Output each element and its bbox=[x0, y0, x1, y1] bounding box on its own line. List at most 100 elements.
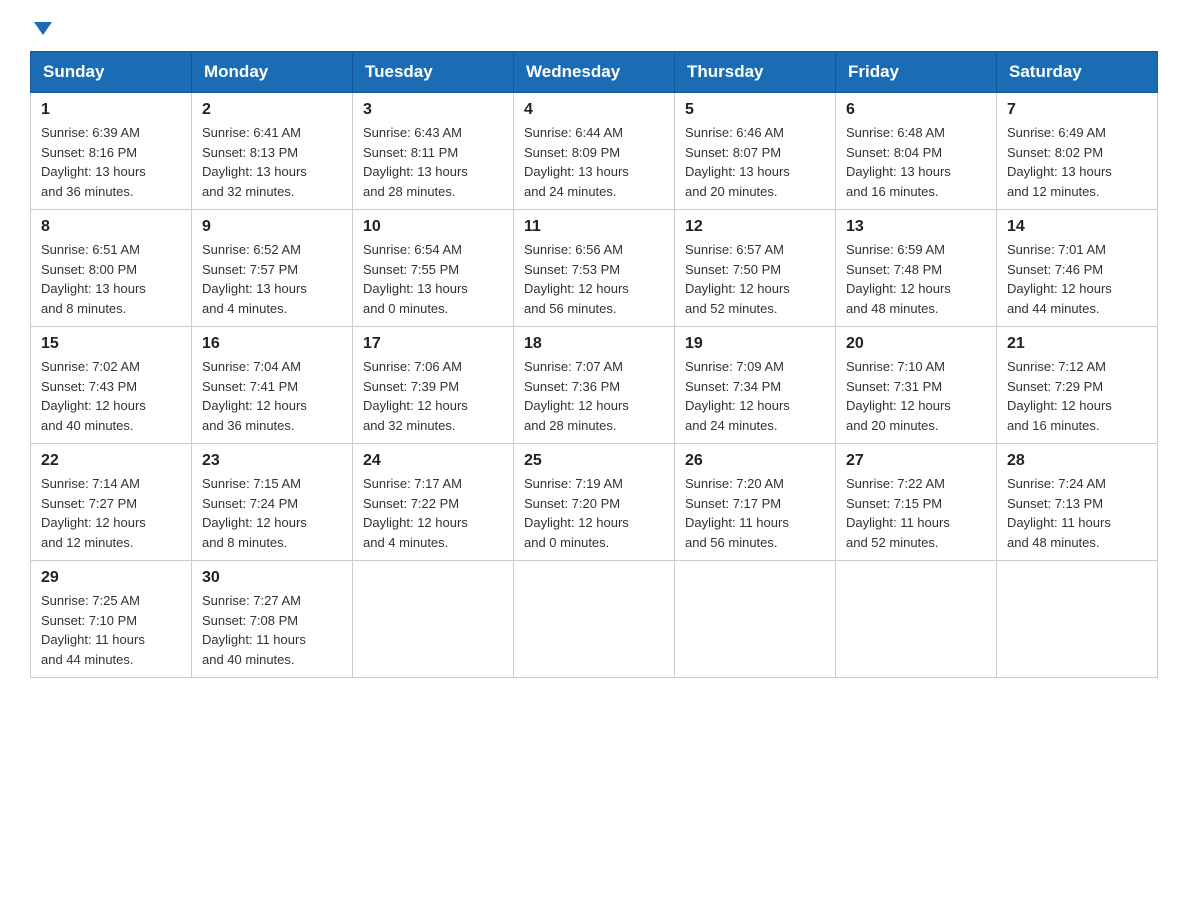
day-number: 10 bbox=[363, 218, 503, 236]
day-info: Sunrise: 7:15 AMSunset: 7:24 PMDaylight:… bbox=[202, 474, 342, 552]
calendar-cell bbox=[675, 561, 836, 678]
day-info: Sunrise: 6:48 AMSunset: 8:04 PMDaylight:… bbox=[846, 123, 986, 201]
day-header-monday: Monday bbox=[192, 52, 353, 93]
day-info: Sunrise: 6:51 AMSunset: 8:00 PMDaylight:… bbox=[41, 240, 181, 318]
day-number: 28 bbox=[1007, 452, 1147, 470]
week-row-4: 22Sunrise: 7:14 AMSunset: 7:27 PMDayligh… bbox=[31, 444, 1158, 561]
day-number: 18 bbox=[524, 335, 664, 353]
day-info: Sunrise: 6:57 AMSunset: 7:50 PMDaylight:… bbox=[685, 240, 825, 318]
calendar-cell: 29 Sunrise: 7:25 AMSunset: 7:10 PMDayligh… bbox=[31, 561, 192, 678]
calendar-cell: 15Sunrise: 7:02 AMSunset: 7:43 PMDayligh… bbox=[31, 327, 192, 444]
logo-arrow-icon bbox=[34, 22, 52, 35]
day-info: Sunrise: 6:43 AMSunset: 8:11 PMDaylight:… bbox=[363, 123, 503, 201]
day-info: Sunrise: 7:27 AMSunset: 7:08 PMDaylight:… bbox=[202, 591, 342, 669]
calendar-cell: 16 Sunrise: 7:04 AMSunset: 7:41 PMDayligh… bbox=[192, 327, 353, 444]
day-info: Sunrise: 7:12 AMSunset: 7:29 PMDaylight:… bbox=[1007, 357, 1147, 435]
day-info: Sunrise: 7:17 AMSunset: 7:22 PMDaylight:… bbox=[363, 474, 503, 552]
calendar-cell: 2Sunrise: 6:41 AMSunset: 8:13 PMDaylight… bbox=[192, 93, 353, 210]
calendar-cell: 8 Sunrise: 6:51 AMSunset: 8:00 PMDaylight… bbox=[31, 210, 192, 327]
day-number: 20 bbox=[846, 335, 986, 353]
day-header-wednesday: Wednesday bbox=[514, 52, 675, 93]
calendar-cell bbox=[836, 561, 997, 678]
calendar-body: 1 Sunrise: 6:39 AMSunset: 8:16 PMDaylight… bbox=[31, 93, 1158, 678]
calendar-cell: 28 Sunrise: 7:24 AMSunset: 7:13 PMDayligh… bbox=[997, 444, 1158, 561]
day-header-friday: Friday bbox=[836, 52, 997, 93]
calendar-cell: 4Sunrise: 6:44 AMSunset: 8:09 PMDaylight… bbox=[514, 93, 675, 210]
day-info: Sunrise: 7:20 AMSunset: 7:17 PMDaylight:… bbox=[685, 474, 825, 552]
day-number: 19 bbox=[685, 335, 825, 353]
calendar-cell: 10 Sunrise: 6:54 AMSunset: 7:55 PMDayligh… bbox=[353, 210, 514, 327]
day-number: 30 bbox=[202, 569, 342, 587]
day-number: 4 bbox=[524, 101, 664, 119]
day-info: Sunrise: 6:49 AMSunset: 8:02 PMDaylight:… bbox=[1007, 123, 1147, 201]
day-number: 26 bbox=[685, 452, 825, 470]
calendar-cell: 13Sunrise: 6:59 AMSunset: 7:48 PMDayligh… bbox=[836, 210, 997, 327]
day-number: 12 bbox=[685, 218, 825, 236]
calendar-cell: 17Sunrise: 7:06 AMSunset: 7:39 PMDayligh… bbox=[353, 327, 514, 444]
day-info: Sunrise: 6:52 AMSunset: 7:57 PMDaylight:… bbox=[202, 240, 342, 318]
page-header bbox=[30, 20, 1158, 33]
logo bbox=[30, 20, 52, 33]
week-row-3: 15Sunrise: 7:02 AMSunset: 7:43 PMDayligh… bbox=[31, 327, 1158, 444]
day-number: 5 bbox=[685, 101, 825, 119]
calendar-cell: 25Sunrise: 7:19 AMSunset: 7:20 PMDayligh… bbox=[514, 444, 675, 561]
day-header-sunday: Sunday bbox=[31, 52, 192, 93]
day-number: 3 bbox=[363, 101, 503, 119]
day-info: Sunrise: 7:04 AMSunset: 7:41 PMDaylight:… bbox=[202, 357, 342, 435]
day-number: 14 bbox=[1007, 218, 1147, 236]
calendar-cell: 22Sunrise: 7:14 AMSunset: 7:27 PMDayligh… bbox=[31, 444, 192, 561]
day-header-tuesday: Tuesday bbox=[353, 52, 514, 93]
day-number: 8 bbox=[41, 218, 181, 236]
day-number: 23 bbox=[202, 452, 342, 470]
day-info: Sunrise: 7:10 AMSunset: 7:31 PMDaylight:… bbox=[846, 357, 986, 435]
calendar-cell: 9 Sunrise: 6:52 AMSunset: 7:57 PMDaylight… bbox=[192, 210, 353, 327]
day-number: 16 bbox=[202, 335, 342, 353]
calendar-cell bbox=[997, 561, 1158, 678]
day-number: 6 bbox=[846, 101, 986, 119]
calendar-cell: 21 Sunrise: 7:12 AMSunset: 7:29 PMDayligh… bbox=[997, 327, 1158, 444]
day-info: Sunrise: 6:54 AMSunset: 7:55 PMDaylight:… bbox=[363, 240, 503, 318]
day-number: 11 bbox=[524, 218, 664, 236]
calendar-cell bbox=[353, 561, 514, 678]
calendar-cell: 3 Sunrise: 6:43 AMSunset: 8:11 PMDaylight… bbox=[353, 93, 514, 210]
day-number: 1 bbox=[41, 101, 181, 119]
day-info: Sunrise: 6:56 AMSunset: 7:53 PMDaylight:… bbox=[524, 240, 664, 318]
week-row-5: 29 Sunrise: 7:25 AMSunset: 7:10 PMDayligh… bbox=[31, 561, 1158, 678]
calendar-cell: 11 Sunrise: 6:56 AMSunset: 7:53 PMDayligh… bbox=[514, 210, 675, 327]
day-number: 21 bbox=[1007, 335, 1147, 353]
calendar-header: SundayMondayTuesdayWednesdayThursdayFrid… bbox=[31, 52, 1158, 93]
day-info: Sunrise: 6:59 AMSunset: 7:48 PMDaylight:… bbox=[846, 240, 986, 318]
day-number: 9 bbox=[202, 218, 342, 236]
day-info: Sunrise: 6:39 AMSunset: 8:16 PMDaylight:… bbox=[41, 123, 181, 201]
day-info: Sunrise: 6:46 AMSunset: 8:07 PMDaylight:… bbox=[685, 123, 825, 201]
day-info: Sunrise: 7:07 AMSunset: 7:36 PMDaylight:… bbox=[524, 357, 664, 435]
day-number: 17 bbox=[363, 335, 503, 353]
calendar-cell: 5 Sunrise: 6:46 AMSunset: 8:07 PMDaylight… bbox=[675, 93, 836, 210]
calendar-cell: 18 Sunrise: 7:07 AMSunset: 7:36 PMDayligh… bbox=[514, 327, 675, 444]
calendar-cell: 26 Sunrise: 7:20 AMSunset: 7:17 PMDayligh… bbox=[675, 444, 836, 561]
calendar-cell: 6 Sunrise: 6:48 AMSunset: 8:04 PMDaylight… bbox=[836, 93, 997, 210]
day-header-row: SundayMondayTuesdayWednesdayThursdayFrid… bbox=[31, 52, 1158, 93]
calendar-cell: 12 Sunrise: 6:57 AMSunset: 7:50 PMDayligh… bbox=[675, 210, 836, 327]
calendar-cell: 19 Sunrise: 7:09 AMSunset: 7:34 PMDayligh… bbox=[675, 327, 836, 444]
day-number: 29 bbox=[41, 569, 181, 587]
calendar-cell: 20 Sunrise: 7:10 AMSunset: 7:31 PMDayligh… bbox=[836, 327, 997, 444]
day-number: 7 bbox=[1007, 101, 1147, 119]
day-info: Sunrise: 7:24 AMSunset: 7:13 PMDaylight:… bbox=[1007, 474, 1147, 552]
calendar-cell: 23 Sunrise: 7:15 AMSunset: 7:24 PMDayligh… bbox=[192, 444, 353, 561]
calendar-cell: 27 Sunrise: 7:22 AMSunset: 7:15 PMDayligh… bbox=[836, 444, 997, 561]
week-row-1: 1 Sunrise: 6:39 AMSunset: 8:16 PMDaylight… bbox=[31, 93, 1158, 210]
day-number: 22 bbox=[41, 452, 181, 470]
day-info: Sunrise: 7:22 AMSunset: 7:15 PMDaylight:… bbox=[846, 474, 986, 552]
day-number: 27 bbox=[846, 452, 986, 470]
day-info: Sunrise: 7:25 AMSunset: 7:10 PMDaylight:… bbox=[41, 591, 181, 669]
calendar-cell: 1 Sunrise: 6:39 AMSunset: 8:16 PMDaylight… bbox=[31, 93, 192, 210]
day-header-thursday: Thursday bbox=[675, 52, 836, 93]
day-number: 25 bbox=[524, 452, 664, 470]
day-info: Sunrise: 7:09 AMSunset: 7:34 PMDaylight:… bbox=[685, 357, 825, 435]
calendar-cell: 30 Sunrise: 7:27 AMSunset: 7:08 PMDayligh… bbox=[192, 561, 353, 678]
calendar-table: SundayMondayTuesdayWednesdayThursdayFrid… bbox=[30, 51, 1158, 678]
calendar-cell: 24Sunrise: 7:17 AMSunset: 7:22 PMDayligh… bbox=[353, 444, 514, 561]
day-header-saturday: Saturday bbox=[997, 52, 1158, 93]
day-info: Sunrise: 7:02 AMSunset: 7:43 PMDaylight:… bbox=[41, 357, 181, 435]
